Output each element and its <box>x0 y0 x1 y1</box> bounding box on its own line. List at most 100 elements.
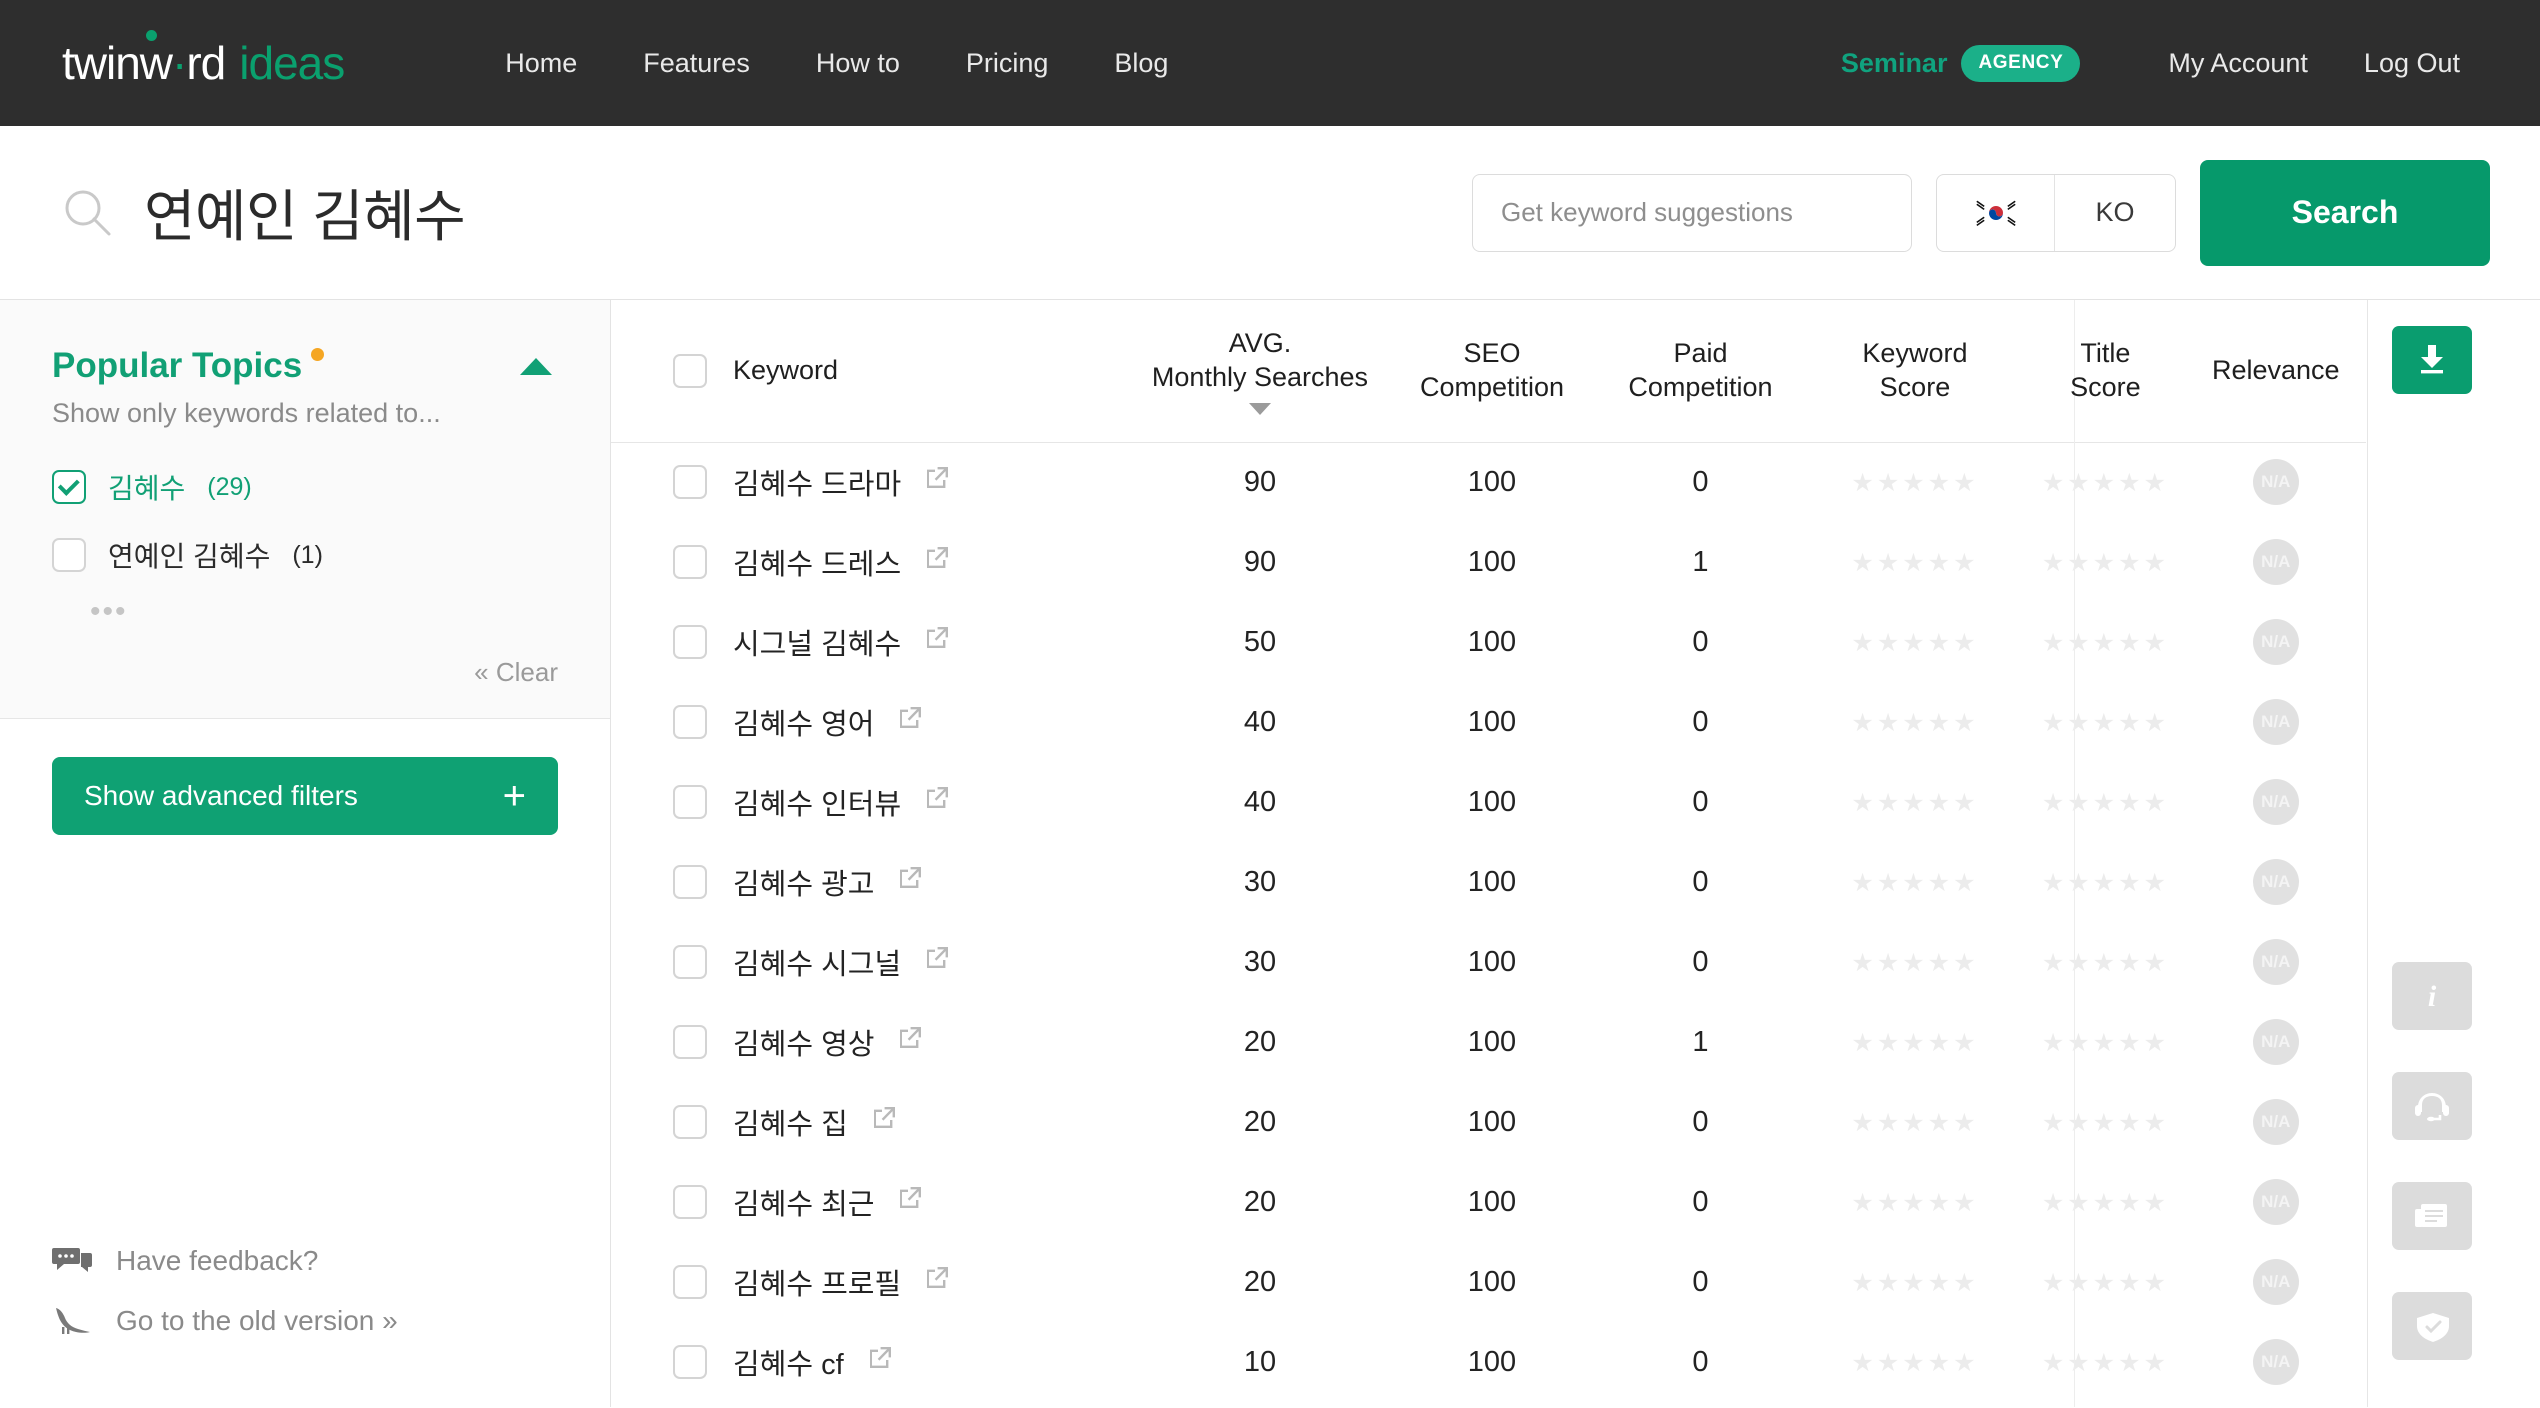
column-header-relevance[interactable]: Relevance <box>2186 300 2366 442</box>
cell-title-score[interactable]: ★★★★★ <box>2025 1322 2185 1402</box>
keyword-text[interactable]: 김혜수 영어 <box>733 701 874 743</box>
old-version-link[interactable]: Go to the old version » <box>52 1305 398 1337</box>
external-link-icon[interactable] <box>900 1027 921 1048</box>
nav-link-how-to[interactable]: How to <box>783 40 933 87</box>
row-checkbox[interactable] <box>673 945 707 979</box>
title-score-stars[interactable]: ★★★★★ <box>2042 709 2169 737</box>
cell-keyword-score[interactable]: ★★★★★ <box>1805 1082 2026 1162</box>
nav-link-features[interactable]: Features <box>610 40 783 87</box>
keyword-text[interactable]: 김혜수 영상 <box>733 1021 874 1063</box>
nav-link-blog[interactable]: Blog <box>1081 40 1201 87</box>
title-score-stars[interactable]: ★★★★★ <box>2042 789 2169 817</box>
keyword-text[interactable]: 김혜수 프로필 <box>733 1261 901 1303</box>
column-header-paid-competition[interactable]: Paid Competition <box>1596 300 1804 442</box>
cell-title-score[interactable]: ★★★★★ <box>2025 922 2185 1002</box>
show-advanced-filters-button[interactable]: Show advanced filters + <box>52 757 558 835</box>
cell-keyword-score[interactable]: ★★★★★ <box>1805 1162 2026 1242</box>
title-score-stars[interactable]: ★★★★★ <box>2042 1029 2169 1057</box>
row-checkbox[interactable] <box>673 1105 707 1139</box>
cell-keyword-score[interactable]: ★★★★★ <box>1805 442 2026 522</box>
cell-keyword-score[interactable]: ★★★★★ <box>1805 1002 2026 1082</box>
table-row[interactable]: 김혜수 드라마901000★★★★★★★★★★N/A <box>611 442 2366 522</box>
support-button[interactable] <box>2392 1072 2472 1140</box>
row-checkbox[interactable] <box>673 785 707 819</box>
title-score-stars[interactable]: ★★★★★ <box>2042 1349 2169 1377</box>
row-checkbox[interactable] <box>673 625 707 659</box>
twinword-ideas-logo[interactable]: twinw·rd ideas <box>62 36 344 90</box>
keyword-text[interactable]: 김혜수 cf <box>733 1341 844 1383</box>
nav-link-pricing[interactable]: Pricing <box>933 40 1082 87</box>
keyword-text[interactable]: 김혜수 광고 <box>733 861 874 903</box>
title-score-stars[interactable]: ★★★★★ <box>2042 1269 2169 1297</box>
keyword-score-stars[interactable]: ★★★★★ <box>1851 1109 1978 1137</box>
keyword-text[interactable]: 김혜수 집 <box>733 1101 848 1143</box>
column-header-keyword-score[interactable]: Keyword Score <box>1805 300 2026 442</box>
cell-title-score[interactable]: ★★★★★ <box>2025 762 2185 842</box>
cell-keyword-score[interactable]: ★★★★★ <box>1805 522 2026 602</box>
cell-title-score[interactable]: ★★★★★ <box>2025 1002 2185 1082</box>
column-header-seo-competition[interactable]: SEO Competition <box>1388 300 1596 442</box>
select-all-checkbox[interactable] <box>673 354 707 388</box>
cell-title-score[interactable]: ★★★★★ <box>2025 522 2185 602</box>
keyword-score-stars[interactable]: ★★★★★ <box>1851 709 1978 737</box>
account-plan-indicator[interactable]: Seminar AGENCY <box>1841 45 2080 82</box>
table-row[interactable]: 김혜수 집201000★★★★★★★★★★N/A <box>611 1082 2366 1162</box>
nav-link-my-account[interactable]: My Account <box>2140 40 2336 87</box>
cell-title-score[interactable]: ★★★★★ <box>2025 1162 2185 1242</box>
row-checkbox[interactable] <box>673 1345 707 1379</box>
external-link-icon[interactable] <box>927 467 948 488</box>
table-row[interactable]: 김혜수 드레스901001★★★★★★★★★★N/A <box>611 522 2366 602</box>
cell-title-score[interactable]: ★★★★★ <box>2025 1082 2185 1162</box>
row-checkbox[interactable] <box>673 1025 707 1059</box>
download-results-button[interactable] <box>2392 326 2472 394</box>
cell-keyword-score[interactable]: ★★★★★ <box>1805 602 2026 682</box>
external-link-icon[interactable] <box>927 1267 948 1288</box>
table-row[interactable]: 김혜수 시그널301000★★★★★★★★★★N/A <box>611 922 2366 1002</box>
column-header-avg-monthly-searches[interactable]: AVG. Monthly Searches <box>1132 300 1388 442</box>
row-checkbox[interactable] <box>673 1265 707 1299</box>
topic-item-kimhyesoo[interactable]: 김혜수 (29) <box>52 467 558 507</box>
nav-link-log-out[interactable]: Log Out <box>2336 40 2488 87</box>
cell-keyword-score[interactable]: ★★★★★ <box>1805 842 2026 922</box>
external-link-icon[interactable] <box>874 1107 895 1128</box>
search-button[interactable]: Search <box>2200 160 2490 266</box>
keyword-score-stars[interactable]: ★★★★★ <box>1851 789 1978 817</box>
language-selector[interactable]: KO <box>1936 174 2176 252</box>
news-button[interactable] <box>2392 1182 2472 1250</box>
title-score-stars[interactable]: ★★★★★ <box>2042 549 2169 577</box>
keyword-text[interactable]: 김혜수 시그널 <box>733 941 901 983</box>
external-link-icon[interactable] <box>870 1347 891 1368</box>
table-row[interactable]: 김혜수 cf101000★★★★★★★★★★N/A <box>611 1322 2366 1402</box>
external-link-icon[interactable] <box>927 547 948 568</box>
external-link-icon[interactable] <box>927 787 948 808</box>
info-button[interactable]: i <box>2392 962 2472 1030</box>
table-row[interactable]: 김혜수 영상201001★★★★★★★★★★N/A <box>611 1002 2366 1082</box>
kr-flag-icon[interactable] <box>1937 175 2055 251</box>
cell-title-score[interactable]: ★★★★★ <box>2025 602 2185 682</box>
keyword-score-stars[interactable]: ★★★★★ <box>1851 549 1978 577</box>
row-checkbox[interactable] <box>673 705 707 739</box>
cell-keyword-score[interactable]: ★★★★★ <box>1805 1242 2026 1322</box>
keyword-suggestions-input[interactable] <box>1472 174 1912 252</box>
keyword-text[interactable]: 김혜수 인터뷰 <box>733 781 901 823</box>
row-checkbox[interactable] <box>673 1185 707 1219</box>
topic-item-celebrity-kimhyesoo[interactable]: 연예인 김혜수 (1) <box>52 535 558 575</box>
external-link-icon[interactable] <box>900 707 921 728</box>
title-score-stars[interactable]: ★★★★★ <box>2042 629 2169 657</box>
title-score-stars[interactable]: ★★★★★ <box>2042 1109 2169 1137</box>
table-row[interactable]: 김혜수 최근201000★★★★★★★★★★N/A <box>611 1162 2366 1242</box>
keyword-text[interactable]: 김혜수 최근 <box>733 1181 874 1223</box>
table-row[interactable]: 김혜수 영어401000★★★★★★★★★★N/A <box>611 682 2366 762</box>
table-row[interactable]: 김혜수 광고301000★★★★★★★★★★N/A <box>611 842 2366 922</box>
keyword-score-stars[interactable]: ★★★★★ <box>1851 629 1978 657</box>
keyword-text[interactable]: 김혜수 드라마 <box>733 461 901 503</box>
keyword-score-stars[interactable]: ★★★★★ <box>1851 949 1978 977</box>
search-query-text[interactable]: 연예인 김혜수 <box>144 172 465 253</box>
column-header-title-score[interactable]: Title Score <box>2025 300 2185 442</box>
title-score-stars[interactable]: ★★★★★ <box>2042 469 2169 497</box>
cell-title-score[interactable]: ★★★★★ <box>2025 682 2185 762</box>
keyword-score-stars[interactable]: ★★★★★ <box>1851 869 1978 897</box>
cell-keyword-score[interactable]: ★★★★★ <box>1805 682 2026 762</box>
keyword-score-stars[interactable]: ★★★★★ <box>1851 469 1978 497</box>
external-link-icon[interactable] <box>900 1187 921 1208</box>
